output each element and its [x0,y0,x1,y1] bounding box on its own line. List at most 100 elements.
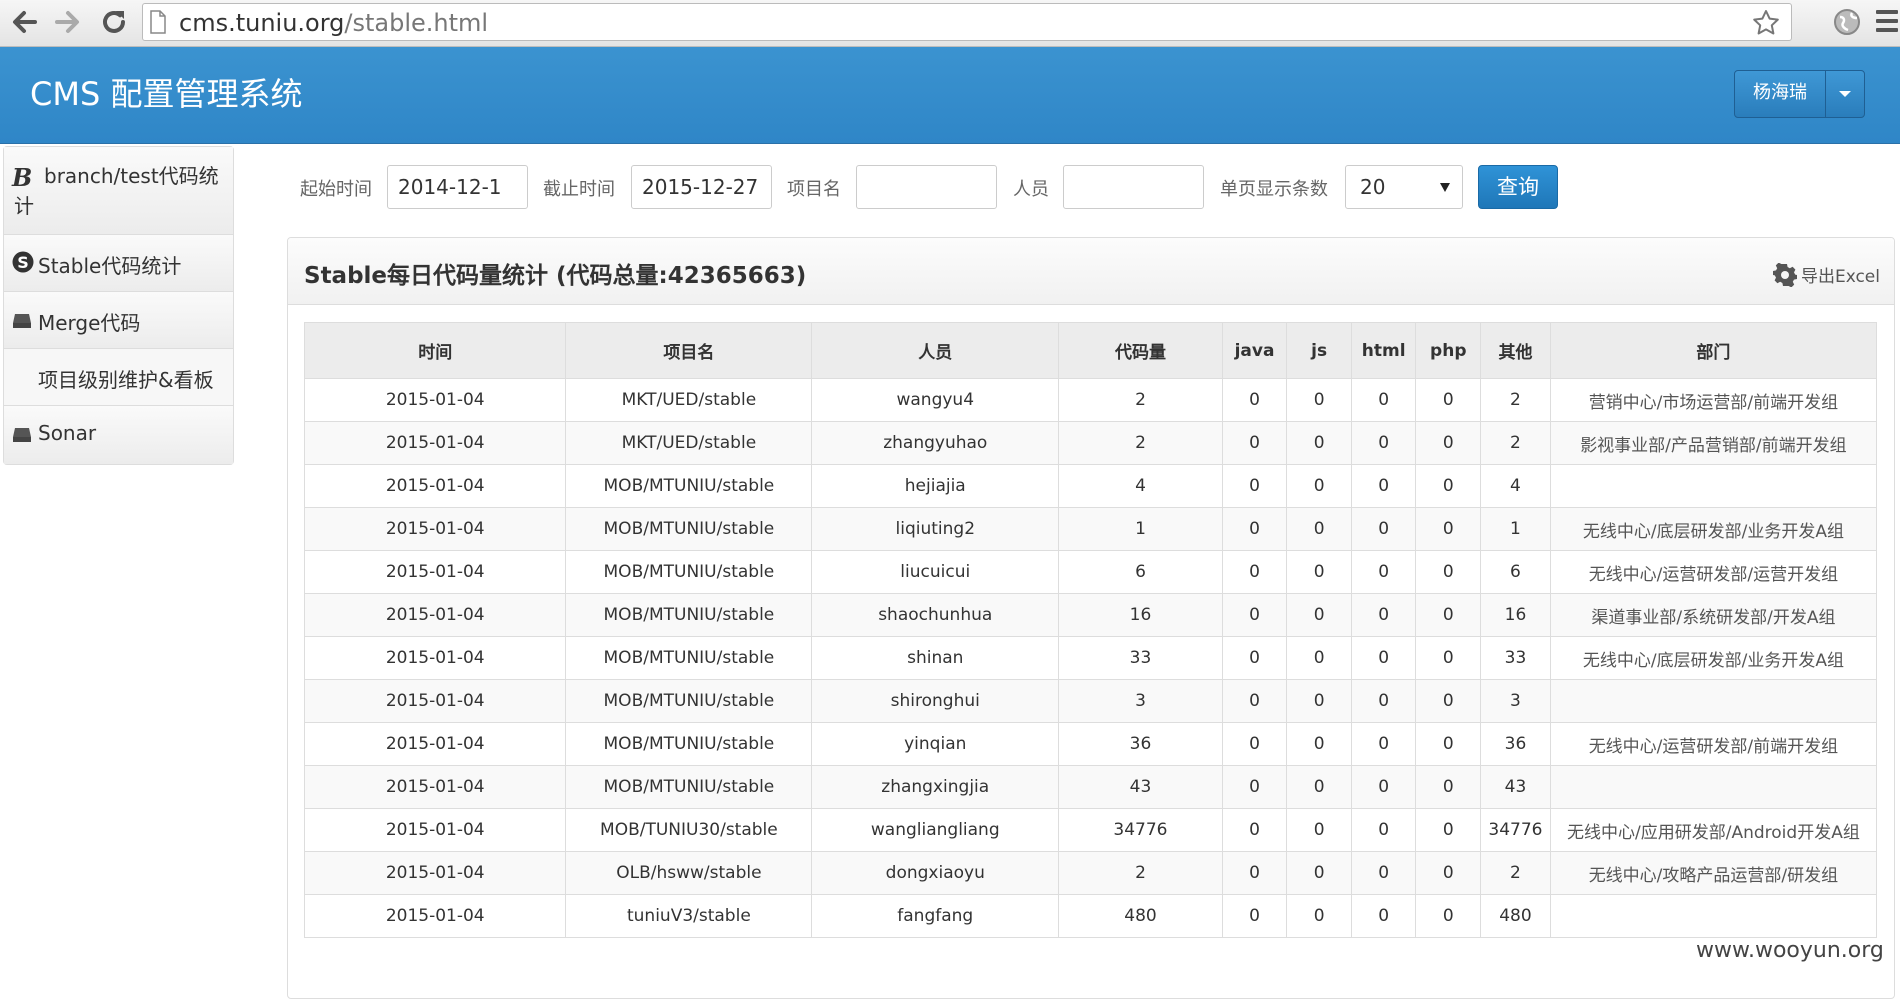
table-cell: 2 [1480,421,1551,465]
column-header[interactable]: html [1350,322,1417,379]
globe-extension-icon[interactable] [1832,7,1862,37]
table-cell: 2015-01-04 [303,636,567,680]
table-cell: shinan [811,636,1060,680]
forward-arrow-icon[interactable] [52,6,84,38]
drive-icon [13,428,31,442]
table-cell: 渠道事业部/系统研发部/开发A组 [1549,593,1878,637]
table-cell: wangyu4 [811,378,1060,422]
table-header-row: 时间 项目名 人员 代码量 java js html php 其他 部门 [303,322,1878,379]
column-header[interactable]: 时间 [303,322,567,379]
page-size-value: 20 [1360,175,1386,199]
table-cell: 0 [1221,679,1288,723]
column-header[interactable]: 其他 [1480,322,1551,379]
column-header[interactable]: 代码量 [1058,322,1223,379]
stats-panel: Stable每日代码量统计 (代码总量:42365663) 导出Excel 时间… [287,237,1895,999]
table-cell: 1 [1058,507,1223,551]
table-row: 2015-01-04 MKT/UED/stable wangyu4 2 0 0 0 0 2 营销中… [303,378,1878,422]
table-cell: 无线中心/攻略产品运营部/研发组 [1549,851,1878,895]
caret-down-icon[interactable] [1826,71,1864,117]
table-cell: 0 [1350,421,1417,465]
end-date-label: 截止时间 [543,179,615,200]
table-cell: 0 [1221,636,1288,680]
table-cell: 影视事业部/产品营销部/前端开发组 [1549,421,1878,465]
table-cell: 无线中心/应用研发部/Android开发A组 [1549,808,1878,852]
sidebar-item-stable[interactable]: S Stable代码统计 [4,235,233,292]
query-button[interactable]: 查询 [1478,165,1558,209]
end-date-input[interactable] [631,165,772,209]
table-cell: 0 [1415,722,1482,766]
export-excel-button[interactable]: 导出Excel [1772,262,1880,287]
table-cell: 0 [1415,593,1482,637]
table-cell: 2015-01-04 [303,550,567,594]
table-cell: 0 [1221,894,1288,938]
table-cell: 无线中心/运营研发部/运营开发组 [1549,550,1878,594]
table-cell: 2 [1058,421,1223,465]
table-cell: 2015-01-04 [303,421,567,465]
column-header[interactable]: java [1221,322,1288,379]
table-cell: 0 [1286,464,1352,508]
table-cell: 0 [1350,722,1417,766]
table-cell: wangliangliang [811,808,1060,852]
table-cell: 4 [1058,464,1223,508]
sidebar-item-merge[interactable]: Merge代码 [4,292,233,349]
address-bar[interactable]: cms.tuniu.org/stable.html [142,3,1792,41]
reload-icon[interactable] [98,6,130,38]
person-label: 人员 [1013,179,1049,200]
table-cell: 0 [1415,378,1482,422]
table-cell: liucuicui [811,550,1060,594]
table-cell: 2 [1480,851,1551,895]
table-cell: 43 [1480,765,1551,809]
table-cell: 36 [1058,722,1223,766]
back-arrow-icon[interactable] [8,6,40,38]
drive-icon [13,314,31,328]
table-cell: 0 [1350,593,1417,637]
column-header[interactable]: php [1415,322,1482,379]
table-cell [1549,894,1878,938]
table-cell: 0 [1286,378,1352,422]
table-cell: 33 [1480,636,1551,680]
menu-icon[interactable] [1876,10,1898,36]
table-cell: 0 [1350,464,1417,508]
table-cell: 0 [1350,507,1417,551]
table-cell: 2015-01-04 [303,722,567,766]
person-input[interactable] [1063,165,1204,209]
filter-bar: 起始时间 截止时间 项目名 人员 单页显示条数 20 查询 [0,165,1900,211]
table-cell: 无线中心/底层研发部/业务开发A组 [1549,507,1878,551]
column-header[interactable]: 人员 [811,322,1060,379]
start-date-input[interactable] [387,165,528,209]
column-header[interactable]: js [1286,322,1352,379]
table-cell: 2015-01-04 [303,464,567,508]
browser-toolbar: cms.tuniu.org/stable.html [0,0,1900,47]
table-cell: 0 [1221,550,1288,594]
table-cell: MOB/MTUNIU/stable [565,507,813,551]
project-input[interactable] [856,165,997,209]
table-cell: 0 [1350,765,1417,809]
column-header[interactable]: 部门 [1549,322,1878,379]
table-row: 2015-01-04 MOB/MTUNIU/stable shinan 33 0 0 0 0 3… [303,636,1878,680]
select-arrow-icon [1440,183,1450,192]
table-cell: 2015-01-04 [303,378,567,422]
table-cell: 0 [1221,593,1288,637]
table-row: 2015-01-04 MKT/UED/stable zhangyuhao 2 0 0 0 0 2… [303,421,1878,465]
table-cell: 16 [1058,593,1223,637]
table-cell: MOB/TUNIU30/stable [565,808,813,852]
table-cell: 2015-01-04 [303,679,567,723]
user-name[interactable]: 杨海瑞 [1735,71,1826,117]
table-cell: 0 [1221,421,1288,465]
table-cell: MOB/MTUNIU/stable [565,550,813,594]
sidebar-item-sonar[interactable]: Sonar [4,406,233,464]
table-cell: 6 [1058,550,1223,594]
table-cell: 34776 [1058,808,1223,852]
page-size-select[interactable]: 20 [1345,165,1463,209]
table-cell: 3 [1058,679,1223,723]
sidebar-item-project-level[interactable]: 项目级别维护&看板 [4,349,233,406]
user-dropdown[interactable]: 杨海瑞 [1734,70,1865,118]
bookmark-star-icon[interactable] [1751,8,1781,38]
table-cell: MOB/MTUNIU/stable [565,593,813,637]
table-cell: 0 [1286,894,1352,938]
column-header[interactable]: 项目名 [565,322,813,379]
sidebar-item-label: 项目级别维护&看板 [38,368,214,392]
url-path: /stable.html [344,9,489,37]
table-cell: liqiuting2 [811,507,1060,551]
table-cell: 2 [1480,378,1551,422]
